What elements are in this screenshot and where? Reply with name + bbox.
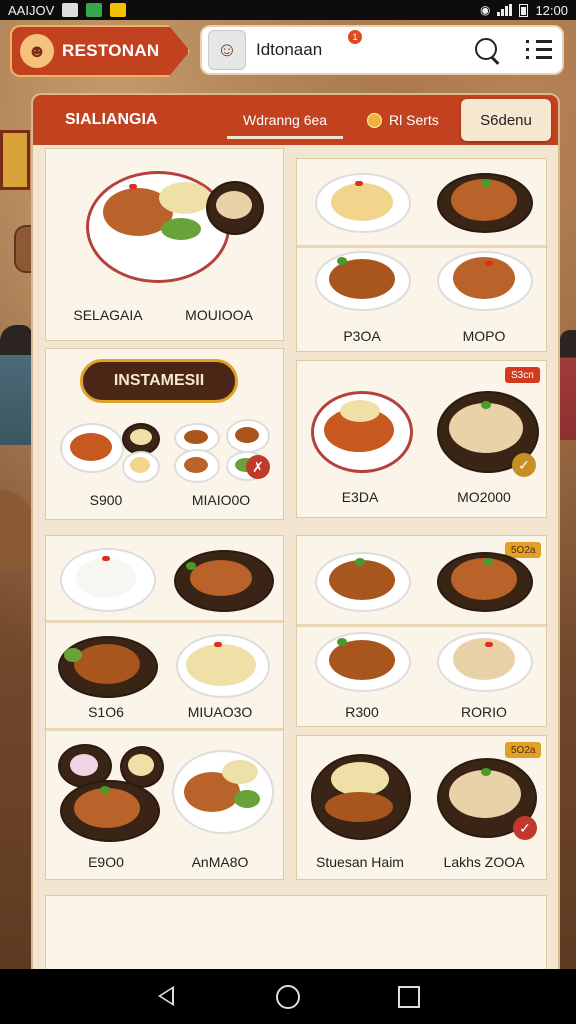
dish-image <box>60 423 124 473</box>
table-decoration <box>0 490 34 570</box>
tab-sets[interactable]: Rl Serts <box>367 95 439 145</box>
item-label: SELAGAIA <box>73 307 143 323</box>
tab-sets-label: Rl Serts <box>389 112 439 128</box>
item-label: Stuesan Haim <box>316 854 404 870</box>
price-tag: 5O2a <box>505 742 542 758</box>
instant-banner[interactable]: INSTAMESII <box>80 359 238 403</box>
menu-card[interactable]: P3OA MOPO <box>296 158 547 352</box>
coin-icon <box>367 112 382 128</box>
status-bar: AAIJOV ◉ 12:00 <box>0 0 576 20</box>
signal-icon <box>497 4 513 16</box>
dish-image <box>311 754 411 840</box>
tab-menu[interactable]: S6denu <box>461 99 551 141</box>
menu-card[interactable]: 5O2a R300 RORIO <box>296 535 547 727</box>
tab-home[interactable]: SIALIANGIA <box>65 95 157 145</box>
menu-card[interactable]: S1O6 MIUAO3O E9O0 AnMA8O <box>45 535 284 880</box>
notes-icon <box>110 3 127 17</box>
search-bar[interactable]: ☺ Idtonaan <box>200 25 564 75</box>
brand-name: RESTONAN <box>62 41 160 60</box>
checked-icon[interactable]: ✓ <box>512 453 536 477</box>
dish-image <box>172 750 274 834</box>
dish-image <box>315 632 411 692</box>
price-tag: S3cn <box>505 367 540 383</box>
dish-image <box>315 251 411 311</box>
back-icon[interactable] <box>158 986 174 1006</box>
avatar[interactable]: ☺ <box>208 30 246 70</box>
search-input[interactable]: Idtonaan <box>256 40 464 60</box>
dish-image <box>315 173 411 233</box>
item-price: MOUIOOA <box>185 307 253 323</box>
item-label: E9O0 <box>88 854 124 870</box>
menu-card[interactable]: SELAGAIA MOUIOOA <box>45 148 284 341</box>
dish-image <box>174 550 274 612</box>
clock-time: 12:00 <box>535 2 568 18</box>
item-price: MOPO <box>462 328 506 344</box>
home-icon[interactable] <box>276 985 300 1009</box>
dish-image <box>437 632 533 692</box>
dish-image <box>60 548 156 612</box>
menu-card[interactable]: INSTAMESII ✗ S900 MIAIO0O <box>45 348 284 520</box>
carrier-label: AAIJOV <box>8 2 55 18</box>
empty-card-placeholder <box>45 895 547 975</box>
dish-image <box>174 449 220 483</box>
item-price: RORIO <box>461 704 507 720</box>
lattice-window-decoration <box>0 130 30 190</box>
item-price: MO2000 <box>457 489 511 505</box>
item-label: E3DA <box>341 489 379 505</box>
item-label: R300 <box>345 704 379 720</box>
remove-icon[interactable]: ✗ <box>246 455 270 479</box>
side-dish-image <box>206 181 264 235</box>
dish-image <box>226 419 270 453</box>
menu-panel: SIALIANGIA Wdranng 6ea Rl Serts S6denu S… <box>33 95 558 975</box>
dish-image <box>60 780 160 842</box>
navigation-bar <box>0 969 576 1024</box>
dish-image <box>437 552 533 612</box>
item-price: AnMA8O <box>191 854 249 870</box>
checked-icon[interactable]: ✓ <box>513 816 537 840</box>
diner-figure-left <box>0 325 32 445</box>
dish-image <box>437 251 533 311</box>
item-label: S900 <box>89 492 123 508</box>
category-tab-bar: SIALIANGIA Wdranng 6ea Rl Serts S6denu <box>33 95 558 145</box>
battery-icon <box>519 3 529 17</box>
menu-list-icon[interactable] <box>526 38 552 62</box>
brand-banner[interactable]: ☻ RESTONAN <box>10 25 190 77</box>
diner-figure-right <box>560 330 576 440</box>
recent-apps-icon[interactable] <box>398 986 420 1008</box>
dish-image <box>86 171 230 283</box>
tab-drinks[interactable]: Wdranng 6ea <box>226 95 344 145</box>
item-price: MIUAO3O <box>187 704 253 720</box>
dish-image <box>311 391 413 473</box>
app-icon <box>86 3 103 17</box>
dish-image <box>176 634 270 698</box>
dish-image <box>437 173 533 233</box>
menu-card[interactable]: 5O2a ✓ Stuesan Haim Lakhs ZOOA <box>296 735 547 880</box>
notification-badge: 1 <box>348 30 362 44</box>
item-label: P3OA <box>343 328 381 344</box>
item-price: Lakhs ZOOA <box>443 854 525 870</box>
item-label: S1O6 <box>88 704 124 720</box>
dish-image <box>58 636 158 698</box>
mail-icon <box>62 3 79 17</box>
wifi-icon: ◉ <box>479 3 491 17</box>
search-icon[interactable] <box>474 37 500 63</box>
dish-image <box>315 552 411 612</box>
item-price: MIAIO0O <box>191 492 251 508</box>
dish-image <box>122 451 160 483</box>
chef-logo-icon: ☻ <box>20 34 54 68</box>
menu-card[interactable]: S3cn ✓ E3DA MO2000 <box>296 360 547 518</box>
